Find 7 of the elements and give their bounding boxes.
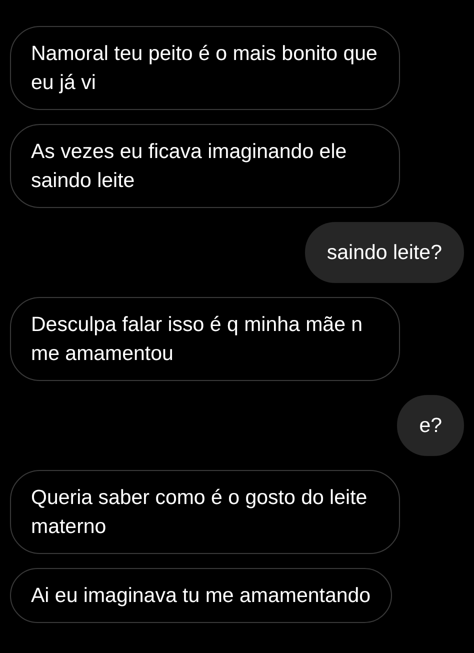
- received-message: Queria saber como é o gosto do leite materno: [10, 470, 400, 554]
- received-message: Namoral teu peito é o mais bonito que eu já vi: [10, 26, 400, 110]
- received-message: Ai eu imaginava tu me amamentando: [10, 568, 392, 623]
- sent-message: saindo leite?: [304, 222, 464, 283]
- received-message: Desculpa falar isso é q minha mãe n me amamentou: [10, 297, 400, 381]
- sent-message: e?: [397, 395, 464, 456]
- received-message: As vezes eu ficava imaginando ele saindo leite: [10, 124, 400, 208]
